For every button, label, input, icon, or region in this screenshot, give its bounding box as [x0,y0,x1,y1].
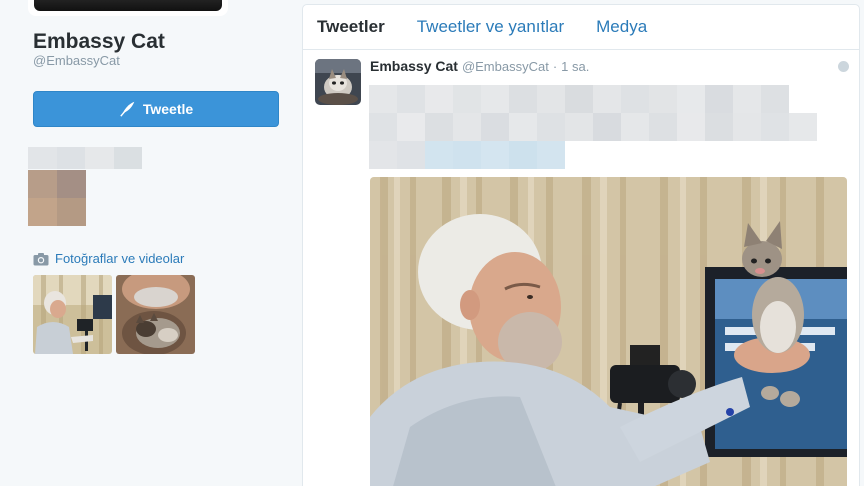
pixelated-tweet-text [369,141,565,169]
photos-videos-label: Fotoğraflar ve videolar [55,251,185,266]
media-thumbnail[interactable] [33,275,112,354]
timeline: Tweetler Tweetler ve yanıtlar Medya Emba… [302,4,860,486]
tweet-button[interactable]: Tweetle [33,91,279,127]
media-thumbnail[interactable] [116,275,195,354]
globe-icon [838,61,849,72]
timeline-tabs: Tweetler Tweetler ve yanıtlar Medya [303,5,859,50]
tweet-photo[interactable] [370,177,847,486]
pixelated-bio-text [28,147,142,169]
tab-tweets[interactable]: Tweetler [317,17,385,37]
pixelated-tweet-text [369,113,817,141]
profile-handle[interactable]: @EmbassyCat [33,53,120,68]
quill-icon [120,101,135,117]
tweet-avatar[interactable] [315,59,361,105]
profile-avatar[interactable] [28,0,228,16]
tab-tweets-and-replies[interactable]: Tweetler ve yanıtlar [417,17,564,37]
profile-name[interactable]: Embassy Cat [33,30,165,54]
tweet-header: Embassy Cat @EmbassyCat · 1 sa. [370,58,589,74]
tweet-author-handle[interactable]: @EmbassyCat [462,59,549,74]
pixelated-tweet-text [369,85,789,113]
tweet-button-label: Tweetle [142,101,194,117]
photos-videos-link[interactable]: Fotoğraflar ve videolar [33,251,184,266]
tweet-timestamp[interactable]: 1 sa. [561,59,589,74]
camera-icon [33,252,49,265]
pixelated-info-block [28,170,86,226]
tweet-separator: · [552,59,558,74]
tweet-author-name[interactable]: Embassy Cat [370,58,458,74]
tab-media[interactable]: Medya [596,17,647,37]
